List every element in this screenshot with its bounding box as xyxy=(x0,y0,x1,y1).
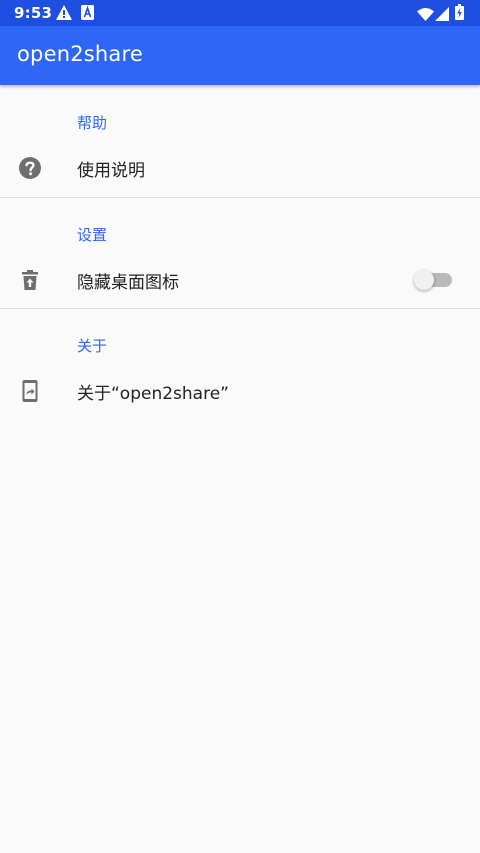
hide-desktop-icon-switch[interactable] xyxy=(414,267,454,293)
hide-desktop-icon-label: 隐藏桌面图标 xyxy=(77,273,179,293)
usage-instructions-item[interactable]: 使用说明 xyxy=(0,140,480,196)
help-circle-icon xyxy=(18,156,42,180)
app-title: open2share xyxy=(17,42,143,66)
about-app-item[interactable]: 关于“open2share” xyxy=(0,363,480,419)
hide-desktop-icon-item[interactable]: 隐藏桌面图标 xyxy=(0,252,480,308)
usage-instructions-label: 使用说明 xyxy=(77,161,145,181)
status-time: 9:53 xyxy=(14,4,53,22)
divider xyxy=(0,308,480,309)
battery-charging-icon xyxy=(455,4,464,24)
switch-thumb xyxy=(414,270,434,290)
a-notification-icon xyxy=(81,5,94,24)
section-header-about: 关于 xyxy=(77,337,108,355)
divider xyxy=(0,197,480,198)
section-header-settings: 设置 xyxy=(77,226,108,244)
delete-restore-icon xyxy=(18,268,42,292)
status-bar: 9:53 xyxy=(0,0,480,26)
wifi-icon xyxy=(417,6,434,25)
section-header-help: 帮助 xyxy=(77,114,108,132)
cellular-signal-icon xyxy=(435,6,449,25)
phone-share-icon xyxy=(18,379,42,403)
app-bar: open2share xyxy=(0,26,480,85)
about-app-label: 关于“open2share” xyxy=(77,384,229,404)
warning-icon xyxy=(56,5,72,24)
